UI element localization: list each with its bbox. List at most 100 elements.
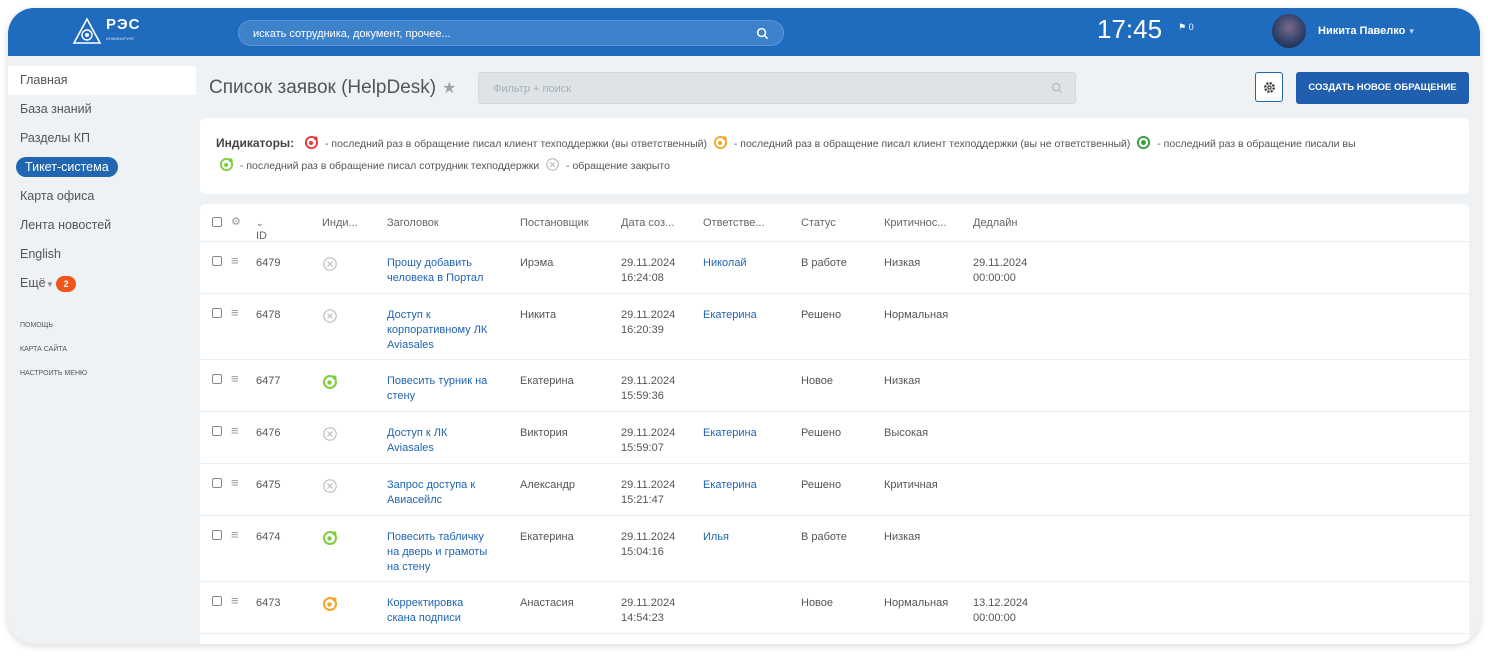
sidebar-item-label: Главная	[20, 73, 68, 87]
ticket-status: Новое	[801, 597, 834, 609]
select-all-checkbox[interactable]	[212, 217, 222, 227]
ticket-deadline-date: 13.12.2024	[973, 597, 1029, 609]
sidebar-item-office-map[interactable]: Карта офиса	[8, 182, 196, 211]
ticket-id: 6474	[256, 531, 281, 543]
ticket-title-link[interactable]: Доступ к ЛК Aviasales	[387, 426, 499, 456]
ticket-title-link[interactable]: Доступ к корпоративному ЛК Aviasales	[387, 308, 499, 353]
row-menu-icon[interactable]: ≡	[231, 253, 239, 268]
row-checkbox[interactable]	[212, 256, 222, 266]
ticket-title-line: стену	[387, 390, 416, 402]
row-menu-icon[interactable]: ≡	[231, 593, 239, 608]
create-ticket-button[interactable]: СОЗДАТЬ НОВОЕ ОБРАЩЕНИЕ	[1296, 72, 1469, 104]
sidebar-item-news-feed[interactable]: Лента новостей	[8, 211, 196, 240]
column-date[interactable]: Дата соз...	[621, 217, 674, 229]
ticket-created-date: 29.11.2024	[621, 531, 676, 543]
ticket-author: Виктория	[520, 427, 568, 439]
green-indicator-text: - последний раз в обращение писали вы	[1157, 138, 1356, 150]
ticket-deadline-time: 00:00:00	[973, 272, 1016, 284]
sidebar-link-customize-menu[interactable]: НАСТРОИТЬ МЕНЮ	[8, 362, 196, 386]
ticket-title-line: скана подписи	[387, 612, 461, 624]
ticket-author: Анастасия	[520, 597, 574, 609]
sidebar-item-label: База знаний	[20, 102, 92, 116]
row-checkbox[interactable]	[212, 308, 222, 318]
row-checkbox[interactable]	[212, 530, 222, 540]
user-menu[interactable]: Никита Павелко ▾	[1318, 25, 1414, 37]
column-deadline[interactable]: Дедлайн	[973, 217, 1018, 229]
table-row[interactable]: ≡ 6477 Повесить турник на стену Екатерина 29.…	[200, 360, 1469, 412]
ticket-created-date: 29.11.2024	[621, 257, 676, 269]
avatar[interactable]	[1272, 14, 1306, 48]
ticket-title-link[interactable]: Запрос доступа к Авиасейлс	[387, 478, 499, 508]
column-title[interactable]: Заголовок	[387, 217, 499, 229]
ticket-title-link[interactable]: Прошу добавить человека в Портал	[387, 256, 499, 286]
sidebar-item-kp-sections[interactable]: Разделы КП	[8, 124, 196, 153]
lightgreen-indicator-icon	[323, 531, 337, 545]
table-row[interactable]: ≡ 6474 Повесить табличку на дверь и грамоты…	[200, 516, 1469, 582]
ticket-author: Ирэма	[520, 257, 554, 269]
sidebar-item-knowledge-base[interactable]: База знаний	[8, 95, 196, 124]
row-menu-icon[interactable]: ≡	[231, 475, 239, 490]
ticket-responsible-link[interactable]: Екатерина	[703, 308, 757, 323]
ticket-deadline-time: 00:00:00	[973, 612, 1016, 624]
row-checkbox[interactable]	[212, 426, 222, 436]
sidebar-item-label: Тикет-система	[16, 157, 118, 177]
row-checkbox[interactable]	[212, 478, 222, 488]
chevron-down-icon: ▾	[47, 279, 53, 289]
ticket-criticality: Низкая	[884, 257, 921, 269]
column-indicator[interactable]: Инди...	[322, 217, 358, 229]
column-author[interactable]: Постановщик	[520, 217, 589, 229]
column-status[interactable]: Статус	[801, 217, 836, 229]
sidebar-link-help[interactable]: ПОМОЩЬ	[8, 314, 196, 338]
sidebar-item-english[interactable]: English	[8, 240, 196, 269]
ticket-title-line: Повесить турник на	[387, 375, 488, 387]
table-row[interactable]: ≡ 6478 Доступ к корпоративному ЛК Aviasales Н…	[200, 294, 1469, 360]
table-row[interactable]: ≡ 6479 Прошу добавить человека в Портал Ирэм…	[200, 242, 1469, 294]
closed-indicator-icon	[323, 479, 337, 493]
gear-icon[interactable]: ⚙	[231, 215, 241, 228]
row-menu-icon[interactable]: ≡	[231, 305, 239, 320]
closed-indicator-icon	[323, 257, 337, 271]
column-id[interactable]: ID ⌄	[256, 217, 267, 242]
ticket-author: Екатерина	[520, 375, 574, 387]
column-criticality[interactable]: Критичнос...	[884, 217, 946, 229]
sidebar-item-ticket-system[interactable]: Тикет-система	[8, 153, 196, 182]
notifications-flag[interactable]: ⚑ 0	[1178, 22, 1194, 33]
ticket-created: 29.11.2024 16:20:39	[621, 308, 675, 338]
ticket-title-link[interactable]: Корректировка скана подписи	[387, 596, 499, 626]
ticket-title-link[interactable]: Повесить табличку на дверь и грамоты на ст…	[387, 530, 499, 575]
ticket-title-link[interactable]: Повесить турник на стену	[387, 374, 499, 404]
ticket-responsible-link[interactable]: Илья	[703, 530, 729, 545]
ticket-title-line: человека в Портал	[387, 272, 484, 284]
table-row[interactable]: ≡ 6476 Доступ к ЛК Aviasales Виктория 29.11.2…	[200, 412, 1469, 464]
ticket-title-line: на стену	[387, 561, 431, 573]
logo-subtext: ИНЖИНИРИНГ	[106, 36, 135, 41]
logo[interactable]: РЭС ИНЖИНИРИНГ	[72, 14, 172, 50]
app-window: РЭС ИНЖИНИРИНГ искать сотрудника, докуме…	[8, 8, 1480, 644]
table-row[interactable]: ≡ 6473 Корректировка скана подписи Анастасия…	[200, 582, 1469, 634]
ticket-responsible-link[interactable]: Екатерина	[703, 478, 757, 493]
row-menu-icon[interactable]: ≡	[231, 423, 239, 438]
ticket-author: Александр	[520, 479, 576, 491]
orange-indicator-icon	[713, 135, 727, 150]
sidebar-item-home[interactable]: Главная	[8, 66, 196, 95]
sidebar-link-sitemap[interactable]: КАРТА САЙТА	[8, 338, 196, 362]
settings-button[interactable]	[1255, 72, 1283, 102]
table-row[interactable]: ≡ 6475 Запрос доступа к Авиасейлс Александр 2…	[200, 464, 1469, 516]
closed-indicator-icon	[323, 309, 337, 323]
row-checkbox[interactable]	[212, 374, 222, 384]
filter-search-input[interactable]: Фильтр + поиск	[478, 72, 1076, 104]
sidebar-item-more[interactable]: Ещё ▾ 2	[8, 269, 196, 298]
ticket-created-date: 29.11.2024	[621, 375, 676, 387]
column-responsible[interactable]: Ответстве...	[703, 217, 765, 229]
ticket-responsible-link[interactable]: Екатерина	[703, 426, 757, 441]
star-icon[interactable]: ★	[442, 80, 456, 97]
global-search-input[interactable]: искать сотрудника, документ, прочее...	[238, 20, 784, 46]
ticket-responsible-link[interactable]: Николай	[703, 256, 747, 271]
row-menu-icon[interactable]: ≡	[231, 371, 239, 386]
search-icon[interactable]	[756, 27, 769, 40]
ticket-deadline: 29.11.2024 00:00:00	[973, 256, 1027, 286]
row-menu-icon[interactable]: ≡	[231, 527, 239, 542]
search-icon[interactable]	[1051, 82, 1063, 94]
sidebar-item-label: English	[20, 247, 61, 261]
row-checkbox[interactable]	[212, 596, 222, 606]
